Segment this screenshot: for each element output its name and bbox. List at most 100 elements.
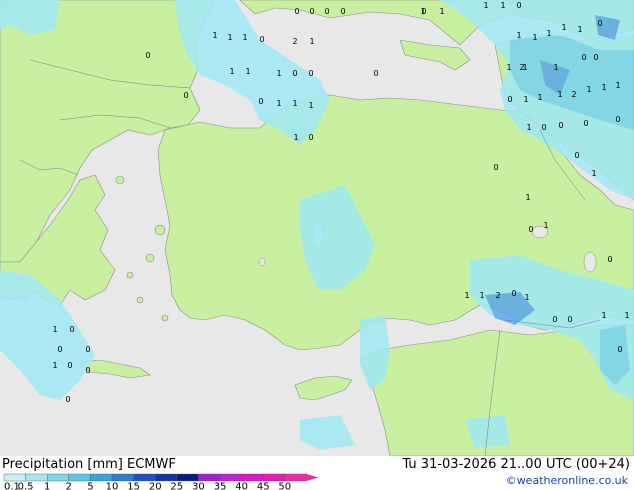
precip-value-label: 2 [571, 90, 576, 99]
legend-swatch [198, 473, 221, 482]
lake [583, 251, 597, 273]
precip-value-label: 0 [324, 7, 329, 16]
precip-value-label: 0 [617, 345, 622, 354]
precip-value-label: 0 [85, 366, 90, 375]
precip-value-label: 1 [309, 37, 314, 46]
precip-value-label: 1 [52, 325, 57, 334]
precip-value-label: 1 [524, 293, 529, 302]
legend-tick-label: 2 [66, 482, 72, 490]
precip-value-label: 0 [574, 151, 579, 160]
precip-value-label: 2 [292, 37, 297, 46]
precip-value-label: 1 [553, 63, 558, 72]
legend-overflow-arrow [306, 474, 319, 481]
precip-value-label: 0 [258, 97, 263, 106]
precip-value-label: 0 [373, 69, 378, 78]
precip-value-label: 0 [183, 91, 188, 100]
precip-value-label: 0 [85, 345, 90, 354]
legend-swatch [241, 473, 264, 482]
precip-value-label: 0 [493, 163, 498, 172]
precip-value-label: 0 [615, 115, 620, 124]
credit-link[interactable]: ©weatheronline.co.uk [506, 474, 628, 487]
precip-value-label: 0 [145, 51, 150, 60]
precip-value-label: 1 [479, 291, 484, 300]
precipitation-map: 1 1 1 0 2 10 0 0 0 11 1 011 1 1 0 01 1 1210 11 21 1 101110110… [0, 0, 634, 456]
land-island [136, 296, 144, 304]
precip-value-label: 0 [607, 255, 612, 264]
legend-swatch [90, 473, 113, 482]
precip-value-label: 1 [546, 29, 551, 38]
precip-value-label: 0 [69, 325, 74, 334]
precip-value-label: 0 [593, 53, 598, 62]
precip-value-label: 0 [340, 7, 345, 16]
precip-value-label: 0 [294, 7, 299, 16]
precip-value-label: 0 [309, 7, 314, 16]
footer-bar: Precipitation [mm] ECMWF Tu 31-03-2026 2… [0, 456, 634, 490]
land-island [126, 271, 134, 279]
legend-swatch [68, 473, 91, 482]
precip-value-label: 0 [567, 315, 572, 324]
precip-value-label: 1 [506, 63, 511, 72]
legend-tick-label: 0.5 [18, 482, 34, 490]
legend-swatch [284, 473, 307, 482]
legend-swatch [154, 473, 177, 482]
precip-value-label: 0 [552, 315, 557, 324]
precip-value-label: 1 [293, 133, 298, 142]
precip-value-label: 0 [528, 225, 533, 234]
legend-swatch [25, 473, 48, 482]
land-island [161, 314, 169, 322]
precip-value-label: 0 [308, 69, 313, 78]
legend-swatch [111, 473, 134, 482]
precip-value-label: 1 [245, 67, 250, 76]
precip-value-label: 1 [276, 99, 281, 108]
precip-value-label: 1 [525, 193, 530, 202]
precip-value-label: 1 [532, 33, 537, 42]
precip-value-label: 1 [591, 169, 596, 178]
precip-value-label: 1 [308, 101, 313, 110]
legend-swatch [176, 473, 199, 482]
precip-value-label: 0 [57, 345, 62, 354]
legend-swatch [263, 473, 286, 482]
legend-tick-label: 5 [87, 482, 93, 490]
legend-swatch [47, 473, 70, 482]
precip-value-label: 2 [519, 63, 524, 72]
precip-value-label: 0 [65, 395, 70, 404]
precip-value-label: 1 [227, 33, 232, 42]
precip-value-label: 1 [601, 83, 606, 92]
precip-value-label: 1 [242, 33, 247, 42]
precip-value-label: 1 [292, 99, 297, 108]
precip-value-label: 1 [577, 25, 582, 34]
legend-tick-label: 40 [235, 482, 248, 490]
precip-value-label: 1 [523, 95, 528, 104]
legend-ticks: 0.10.5 1 2 5 10 15 20 25 30 35 40 45 50 [4, 482, 291, 490]
land-island [145, 253, 155, 263]
precip-value-label: 0 [292, 69, 297, 78]
precip-value-label: 1 [464, 291, 469, 300]
legend-swatches [3, 473, 319, 482]
precip-legend: 0.10.5 1 2 5 10 15 20 25 30 35 40 45 50 [3, 473, 319, 490]
precip-value-label: 0 [541, 123, 546, 132]
precip-value-label: 0 [421, 7, 426, 16]
legend-tick-label: 20 [149, 482, 162, 490]
precip-value-label: 0 [597, 19, 602, 28]
precip-value-label: 1 [526, 123, 531, 132]
land-island [154, 224, 166, 236]
legend-tick-label: 10 [106, 482, 119, 490]
precip-value-label: 0 [558, 121, 563, 130]
legend-tick-label: 45 [257, 482, 270, 490]
precip-value-label: 1 [615, 81, 620, 90]
precip-value-label: 1 [52, 361, 57, 370]
precip-value-label: 0 [581, 53, 586, 62]
precip-value-label: 1 [557, 90, 562, 99]
precip-value-label: 0 [516, 1, 521, 10]
legend-tick-label: 35 [214, 482, 227, 490]
precip-value-label: 1 [516, 31, 521, 40]
chart-title-left: Precipitation [mm] ECMWF [2, 457, 176, 472]
legend-tick-label: 15 [127, 482, 140, 490]
precip-value-label: 1 [586, 85, 591, 94]
precip-value-label: 1 [543, 221, 548, 230]
precip-value-label: 0 [67, 361, 72, 370]
legend-swatch [133, 473, 156, 482]
precip-value-label: 0 [259, 35, 264, 44]
legend-swatch [3, 473, 26, 482]
precip-value-label: 0 [308, 133, 313, 142]
